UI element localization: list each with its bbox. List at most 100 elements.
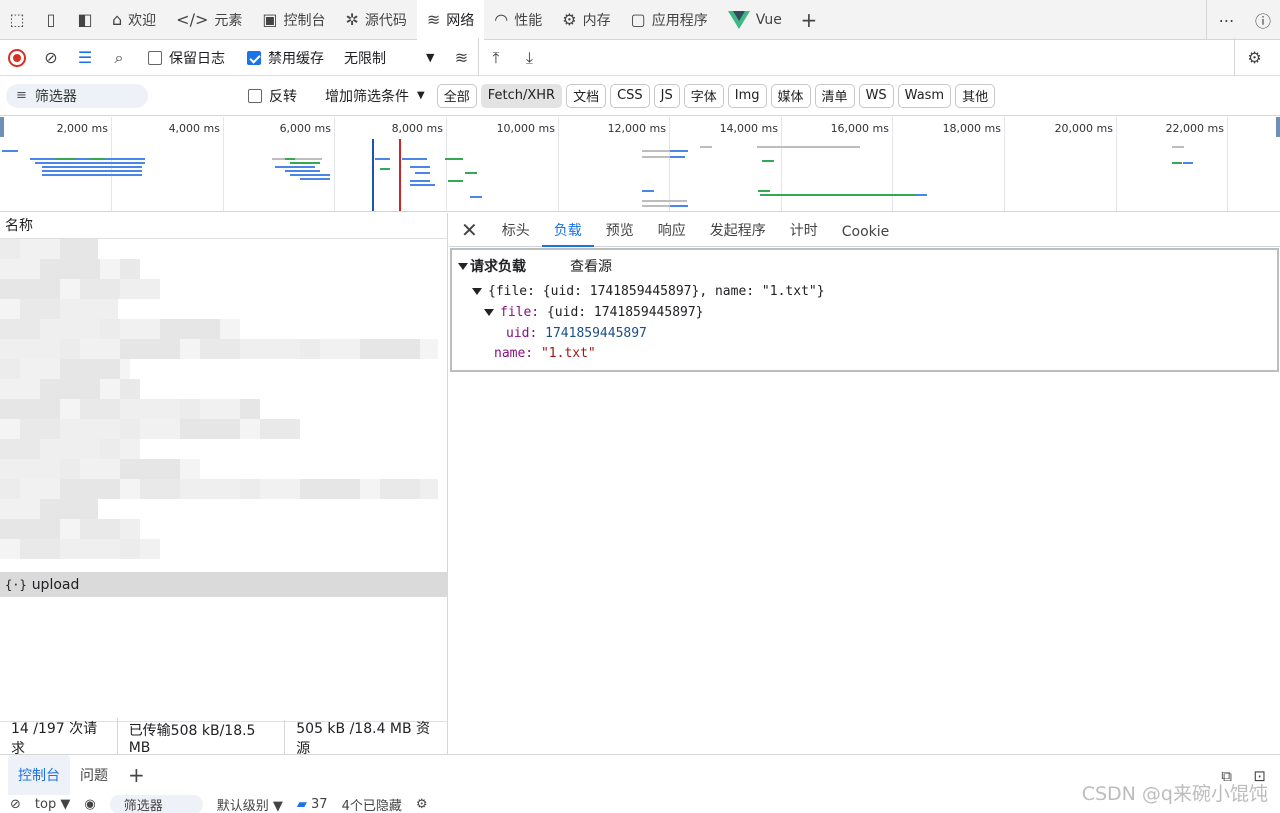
tab-application[interactable]: ▢应用程序	[621, 0, 718, 40]
search-icon[interactable]: ⌕	[102, 38, 136, 78]
tab-cookies[interactable]: Cookie	[830, 224, 902, 246]
preserve-log-checkbox[interactable]: 保留日志	[148, 48, 225, 68]
tab-memory[interactable]: ⚙内存	[552, 0, 620, 40]
waterfall-bar	[642, 200, 687, 202]
tab-elements[interactable]: </>元素	[166, 0, 252, 40]
type-filter-ws[interactable]: WS	[859, 84, 894, 108]
gridline	[1116, 117, 1117, 211]
checkbox-box[interactable]	[248, 89, 262, 103]
network-conditions-icon[interactable]: ≋	[444, 38, 478, 78]
tab-payload[interactable]: 负载	[542, 220, 594, 246]
type-filter-css[interactable]: CSS	[610, 84, 650, 108]
tab-initiator[interactable]: 发起程序	[698, 220, 778, 246]
blur-cell	[120, 459, 180, 479]
log-level-select[interactable]: 默认级别 ▼	[217, 795, 283, 813]
blur-cell	[60, 539, 120, 559]
drawer-tab-console[interactable]: 控制台	[8, 755, 70, 795]
blur-cell	[260, 479, 300, 499]
type-filter-js[interactable]: JS	[654, 84, 680, 108]
inspect-element-icon[interactable]: ⬚	[0, 0, 34, 40]
view-source-link[interactable]: 查看源	[570, 256, 612, 276]
overview-right-handle[interactable]	[1276, 117, 1280, 137]
payload-root[interactable]: {file: {uid: 1741859445897}, name: "1.tx…	[458, 284, 1271, 305]
more-filters-dropdown[interactable]: 增加筛选条件 ▼	[325, 86, 425, 106]
gridline	[111, 117, 112, 211]
payload-key: name:	[494, 346, 533, 361]
dom-content-loaded-marker	[372, 139, 374, 212]
export-har-icon[interactable]: ⤓	[512, 38, 546, 78]
type-filter-fetch-xhr[interactable]: Fetch/XHR	[481, 84, 562, 108]
blur-cell	[60, 459, 80, 479]
device-emulation-icon[interactable]: ▯	[34, 0, 68, 40]
close-detail-icon[interactable]: ✕	[449, 218, 490, 246]
blur-cell	[120, 539, 140, 559]
blur-cell	[100, 379, 120, 399]
request-count: 14 /197 次请求	[0, 718, 118, 758]
drawer-tab-issues[interactable]: 问题	[70, 755, 118, 795]
disable-cache-checkbox[interactable]: 禁用缓存	[247, 48, 324, 68]
tab-console[interactable]: ▣控制台	[252, 0, 335, 40]
tab-response[interactable]: 响应	[646, 220, 698, 246]
blurred-row	[0, 479, 447, 499]
network-overview[interactable]: 2,000 ms 4,000 ms 6,000 ms 8,000 ms 10,0…	[0, 117, 1280, 212]
filter-input[interactable]: ≡ 筛选器	[6, 84, 148, 108]
eye-icon[interactable]: ◉	[84, 797, 95, 812]
type-filter-wasm[interactable]: Wasm	[898, 84, 951, 108]
toggle-sidebar-icon[interactable]: ◧	[68, 0, 102, 40]
chevron-down-icon: ▼	[426, 51, 434, 64]
tab-welcome[interactable]: ⌂欢迎	[102, 0, 166, 40]
clear-icon[interactable]: ⊘	[34, 38, 68, 78]
console-filter-input[interactable]: 筛选器	[110, 795, 203, 813]
resources-size: 505 kB /18.4 MB 资源	[285, 718, 448, 758]
invert-checkbox[interactable]: 反转	[248, 86, 297, 106]
type-filter-font[interactable]: 字体	[684, 84, 724, 108]
add-tab-icon[interactable]: +	[792, 0, 826, 40]
type-filter-all[interactable]: 全部	[437, 84, 477, 108]
name-column-header[interactable]: 名称	[0, 213, 447, 239]
import-har-icon[interactable]: ⤒	[478, 38, 512, 78]
help-icon[interactable]: ⓘ	[1246, 0, 1280, 40]
waterfall-bar	[290, 162, 320, 164]
tab-vue[interactable]: Vue	[718, 0, 792, 40]
pill-label: Wasm	[905, 88, 944, 103]
pill-label: Fetch/XHR	[488, 88, 555, 103]
type-filter-other[interactable]: 其他	[955, 84, 995, 108]
message-count-badge[interactable]: ▰ 37	[297, 797, 328, 812]
payload-file-node[interactable]: file: {uid: 1741859445897}	[458, 305, 1271, 326]
type-filter-doc[interactable]: 文档	[566, 84, 606, 108]
pill-label: 媒体	[778, 86, 804, 105]
tick-label: 16,000 ms	[824, 122, 889, 135]
request-row-upload[interactable]: {·} upload	[0, 572, 448, 597]
blur-cell	[240, 399, 260, 419]
filter-settings-icon[interactable]: ☰	[68, 38, 102, 78]
blur-cell	[20, 419, 60, 439]
blurred-row	[0, 259, 447, 279]
type-filter-media[interactable]: 媒体	[771, 84, 811, 108]
blur-cell	[20, 539, 60, 559]
type-filter-img[interactable]: Img	[728, 84, 767, 108]
blurred-row	[0, 359, 447, 379]
blur-cell	[120, 359, 130, 379]
checkbox-box[interactable]	[148, 51, 162, 65]
blurred-row	[0, 379, 447, 399]
tab-performance[interactable]: ◠性能	[484, 0, 552, 40]
tab-network[interactable]: ≋网络	[417, 0, 484, 40]
more-options-icon[interactable]: ⋯	[1206, 0, 1246, 40]
settings-gear-icon[interactable]: ⚙	[1234, 38, 1274, 78]
blurred-row	[0, 439, 447, 459]
overview-left-handle[interactable]	[0, 117, 4, 137]
section-toggle[interactable]: 请求负载	[458, 256, 526, 276]
clear-console-icon[interactable]: ⊘	[10, 797, 21, 812]
console-settings-icon[interactable]: ⚙	[416, 797, 428, 812]
tab-sources[interactable]: ✲源代码	[335, 0, 416, 40]
type-filter-manifest[interactable]: 清单	[815, 84, 855, 108]
tab-preview[interactable]: 预览	[594, 220, 646, 246]
add-drawer-tab-icon[interactable]: +	[118, 755, 155, 795]
throttling-select[interactable]: 无限制 ▼	[344, 48, 434, 68]
tab-headers[interactable]: 标头	[490, 220, 542, 246]
tab-timing[interactable]: 计时	[778, 220, 830, 246]
checkbox-box[interactable]	[247, 51, 261, 65]
context-select[interactable]: top ▼	[35, 797, 70, 812]
record-icon[interactable]	[0, 38, 34, 78]
blur-cell	[120, 399, 180, 419]
